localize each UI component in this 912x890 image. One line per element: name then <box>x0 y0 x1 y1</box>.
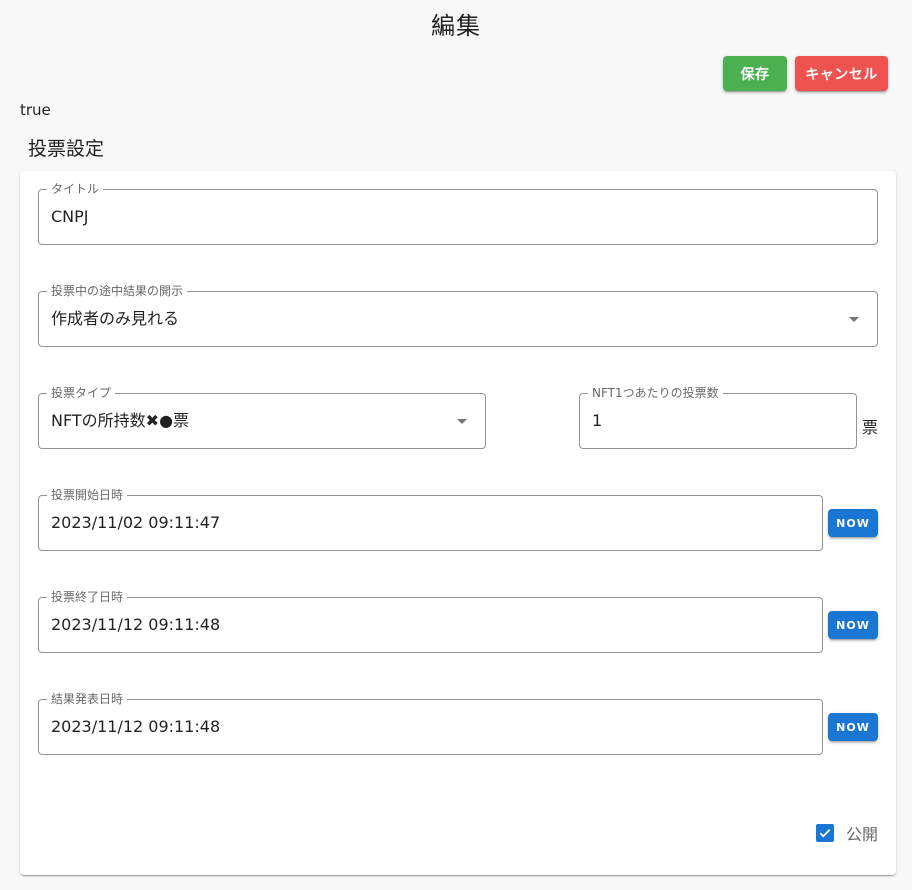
votes-unit-label: 票 <box>862 418 879 437</box>
end-datetime-field[interactable]: 投票終了日時 2023/11/12 09:11:48 <box>38 589 823 653</box>
debug-status-text: true <box>20 101 51 119</box>
interim-result-select[interactable]: 投票中の途中結果の開示 作成者のみ見れる <box>38 283 878 347</box>
vote-type-select[interactable]: 投票タイプ NFTの所持数✖●票 <box>38 385 486 449</box>
end-now-button[interactable]: NOW <box>828 611 878 639</box>
vote-settings-card: タイトル CNPJ 投票中の途中結果の開示 作成者のみ見れる 投票タイプ NFT… <box>20 171 896 875</box>
public-checkbox[interactable]: 公開 <box>816 821 878 845</box>
votes-per-nft-field[interactable]: NFT1つあたりの投票数 1 <box>579 385 857 449</box>
page-title: 編集 <box>431 12 481 40</box>
cancel-button[interactable]: キャンセル <box>795 56 888 91</box>
arrow-drop-down-icon <box>457 419 467 424</box>
save-button[interactable]: 保存 <box>723 56 787 91</box>
result-datetime-value: 2023/11/12 09:11:48 <box>51 717 221 736</box>
end-datetime-value: 2023/11/12 09:11:48 <box>51 615 221 634</box>
section-title: 投票設定 <box>28 138 105 160</box>
checkbox-checked[interactable] <box>816 824 834 842</box>
title-field[interactable]: タイトル CNPJ <box>38 181 878 245</box>
arrow-drop-down-icon <box>849 317 859 322</box>
start-datetime-field[interactable]: 投票開始日時 2023/11/02 09:11:47 <box>38 487 823 551</box>
start-datetime-value: 2023/11/02 09:11:47 <box>51 513 221 532</box>
check-icon <box>819 829 831 838</box>
interim-result-value: 作成者のみ見れる <box>51 309 180 328</box>
result-now-button[interactable]: NOW <box>828 713 878 741</box>
vote-type-value: NFTの所持数✖●票 <box>51 411 190 430</box>
start-now-button[interactable]: NOW <box>828 509 878 537</box>
votes-per-nft-label: NFT1つあたりの投票数 <box>588 385 723 401</box>
result-datetime-field[interactable]: 結果発表日時 2023/11/12 09:11:48 <box>38 691 823 755</box>
votes-per-nft-value: 1 <box>592 411 603 430</box>
title-field-value: CNPJ <box>51 207 89 226</box>
public-checkbox-label: 公開 <box>846 825 879 844</box>
